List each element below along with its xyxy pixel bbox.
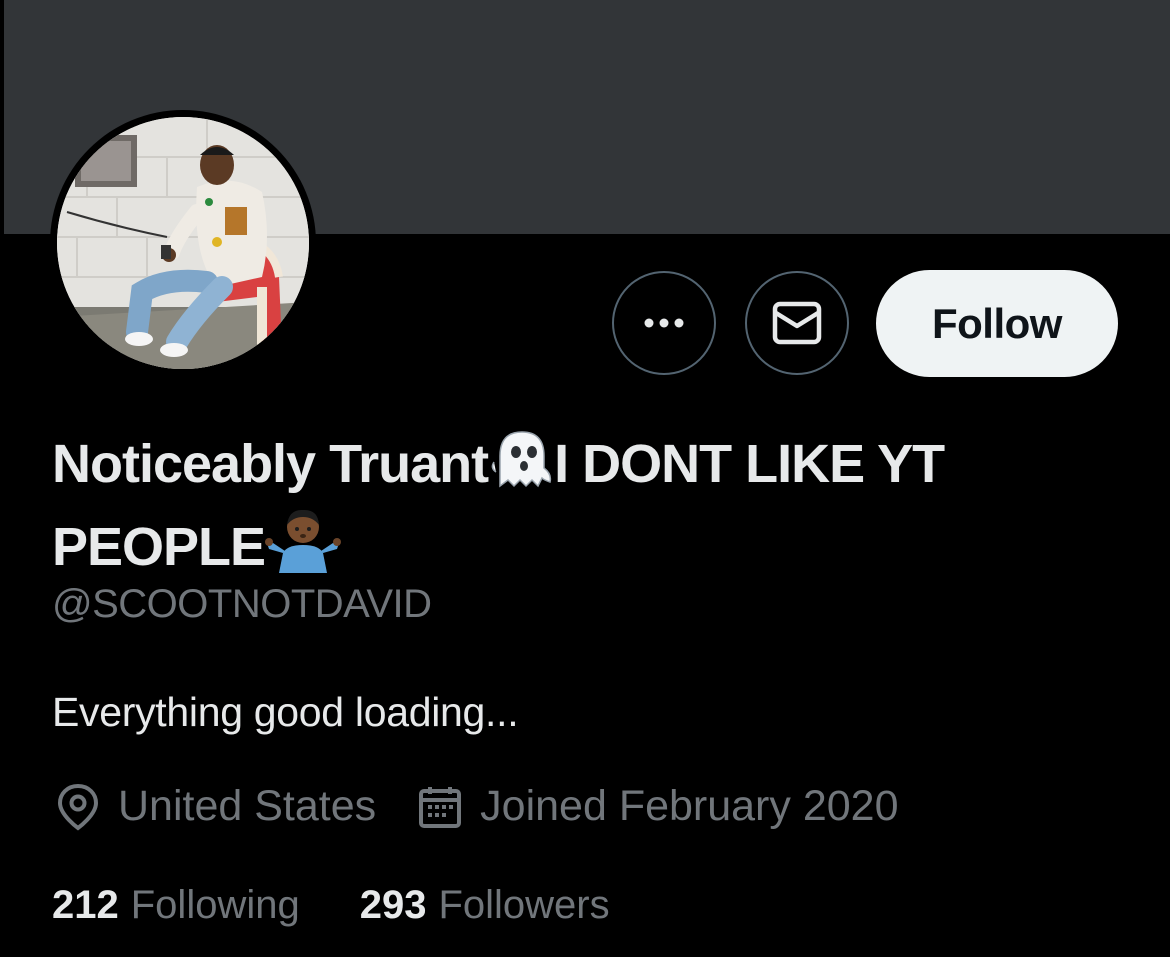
following-count: 212 bbox=[52, 883, 119, 927]
followers-label: Followers bbox=[438, 883, 610, 927]
avatar-photo bbox=[57, 117, 309, 369]
location-item: United States bbox=[56, 782, 376, 831]
joined-date: Joined February 2020 bbox=[480, 782, 899, 830]
following-link[interactable]: 212 Following bbox=[52, 883, 300, 928]
followers-count: 293 bbox=[359, 883, 427, 927]
message-button[interactable] bbox=[745, 271, 849, 375]
follow-button-label: Follow bbox=[932, 299, 1062, 347]
calendar-icon bbox=[419, 786, 462, 828]
profile-meta: United States Joined February 2020 bbox=[56, 782, 898, 831]
avatar[interactable] bbox=[57, 117, 309, 369]
bio: Everything good loading... bbox=[52, 689, 519, 735]
more-options-button[interactable] bbox=[612, 271, 716, 375]
profile-page: Follow Noticeably Truant I DONT LIKE YT … bbox=[0, 0, 1170, 957]
user-handle: @SCOOTNOTDAVID bbox=[52, 582, 432, 626]
location-pin-icon bbox=[57, 783, 99, 830]
follow-stats: 212 Following 293 Followers bbox=[52, 883, 670, 928]
following-label: Following bbox=[130, 883, 300, 927]
avatar-border bbox=[50, 110, 316, 376]
followers-link[interactable]: 293 Followers bbox=[360, 883, 610, 928]
ghost-emoji bbox=[488, 428, 554, 507]
location-text: United States bbox=[118, 782, 377, 830]
display-name: Noticeably Truant I DONT LIKE YT PEOPLE bbox=[52, 428, 1132, 590]
person-shrugging-emoji bbox=[265, 507, 342, 590]
joined-item: Joined February 2020 bbox=[418, 782, 898, 831]
display-name-text-1: Noticeably Truant bbox=[52, 434, 489, 494]
follow-button[interactable]: Follow bbox=[876, 270, 1118, 377]
envelope-icon bbox=[772, 301, 822, 345]
more-dots-icon bbox=[644, 318, 684, 328]
